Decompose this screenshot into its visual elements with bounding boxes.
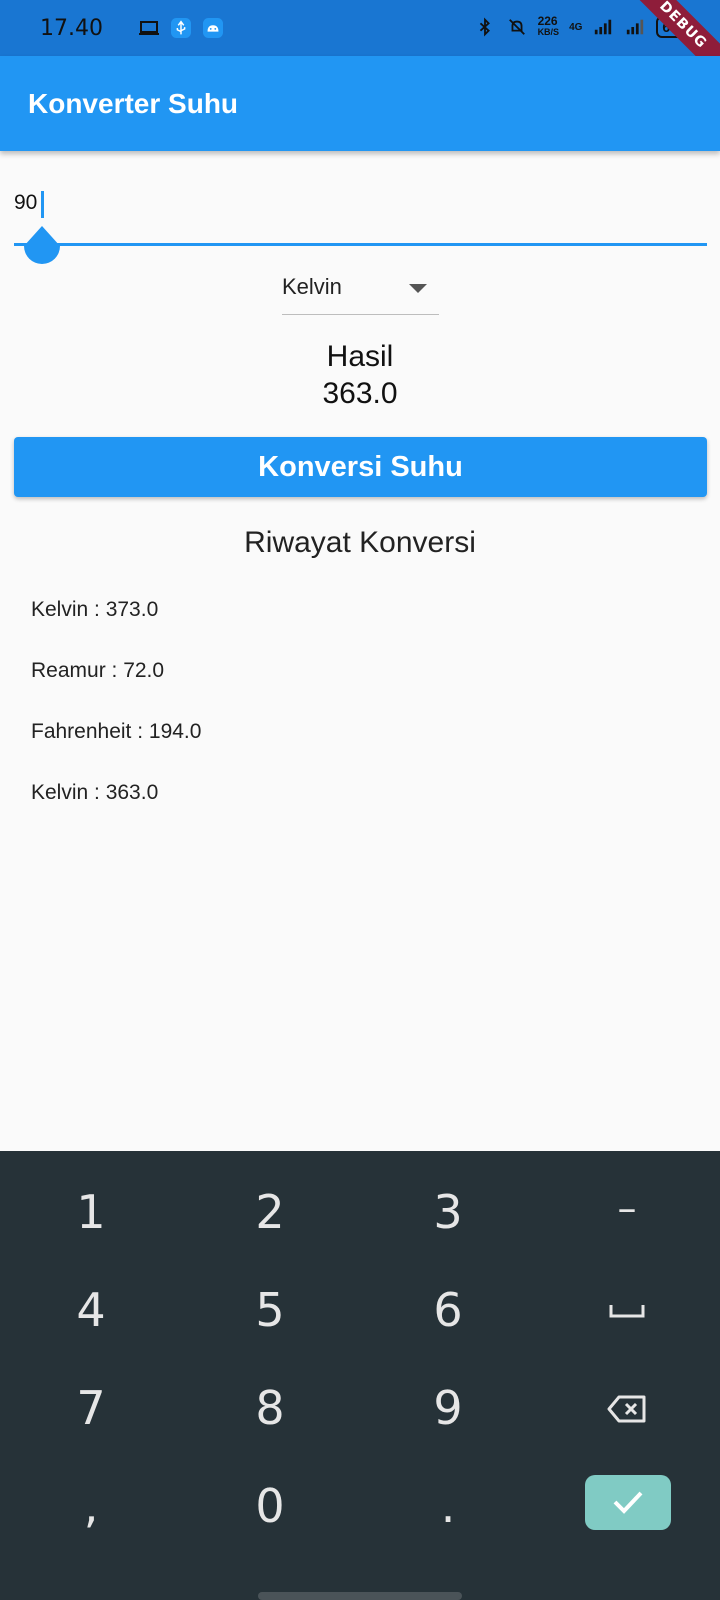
unit-dropdown[interactable]: Kelvin [282, 266, 439, 315]
bluetooth-icon [479, 17, 490, 37]
status-right-icons: 226KB/S 4G 65 [474, 14, 684, 38]
result-label: Hasil [326, 340, 394, 373]
result-value: 363.0 [322, 377, 398, 410]
history-item: Kelvin : 363.0 [31, 781, 159, 804]
temperature-input[interactable]: 90 [14, 191, 37, 215]
usb-icon [171, 18, 191, 38]
signal-2-icon [627, 19, 644, 35]
app-bar: Konverter Suhu [0, 56, 720, 151]
cursor-handle[interactable] [24, 224, 60, 264]
dropdown-selected-value: Kelvin [282, 274, 342, 299]
laptop-icon [139, 21, 159, 35]
history-item: Fahrenheit : 194.0 [31, 720, 202, 743]
speed-unit: KB/S [537, 27, 560, 37]
key-6[interactable]: 6 [368, 1265, 528, 1355]
key-3[interactable]: 3 [368, 1167, 528, 1257]
key-5[interactable]: 5 [190, 1265, 350, 1355]
network-speed: 226 KB/S [537, 14, 560, 38]
signal-icon [595, 19, 612, 35]
history-item: Reamur : 72.0 [31, 659, 165, 682]
history-title: Riwayat Konversi [244, 526, 476, 559]
text-cursor [41, 191, 44, 218]
status-left-icons [138, 18, 224, 38]
status-time: 17.40 [40, 16, 103, 41]
key-2[interactable]: 2 [190, 1167, 350, 1257]
convert-button[interactable]: Konversi Suhu [14, 437, 707, 497]
speed-value: 226 [537, 14, 558, 28]
history-item: Kelvin : 373.0 [31, 598, 159, 621]
done-key[interactable] [585, 1475, 671, 1530]
backspace-icon[interactable] [607, 1395, 647, 1423]
key-9[interactable]: 9 [368, 1363, 528, 1453]
key-period[interactable]: . [368, 1461, 528, 1551]
key-comma[interactable]: , [11, 1461, 171, 1551]
key-8[interactable]: 8 [190, 1363, 350, 1453]
space-key-icon[interactable] [609, 1303, 645, 1319]
android-icon [203, 18, 223, 38]
key-4[interactable]: 4 [11, 1265, 171, 1355]
network-type: 4G [569, 21, 583, 33]
key-1[interactable]: 1 [11, 1167, 171, 1257]
key-7[interactable]: 7 [11, 1363, 171, 1453]
app-title: Konverter Suhu [28, 88, 239, 119]
history-list: Kelvin : 373.0 Reamur : 72.0 Fahrenheit … [31, 596, 201, 840]
key-0[interactable]: 0 [190, 1461, 350, 1551]
status-bar: 17.40 226KB/S 4G 65 [0, 0, 720, 56]
dropdown-arrow-icon [409, 284, 427, 293]
key-minus[interactable]: – [547, 1163, 707, 1253]
input-underline [14, 243, 707, 246]
check-icon [613, 1491, 643, 1514]
mute-bell-icon [508, 19, 525, 35]
navigation-handle[interactable] [258, 1592, 462, 1600]
